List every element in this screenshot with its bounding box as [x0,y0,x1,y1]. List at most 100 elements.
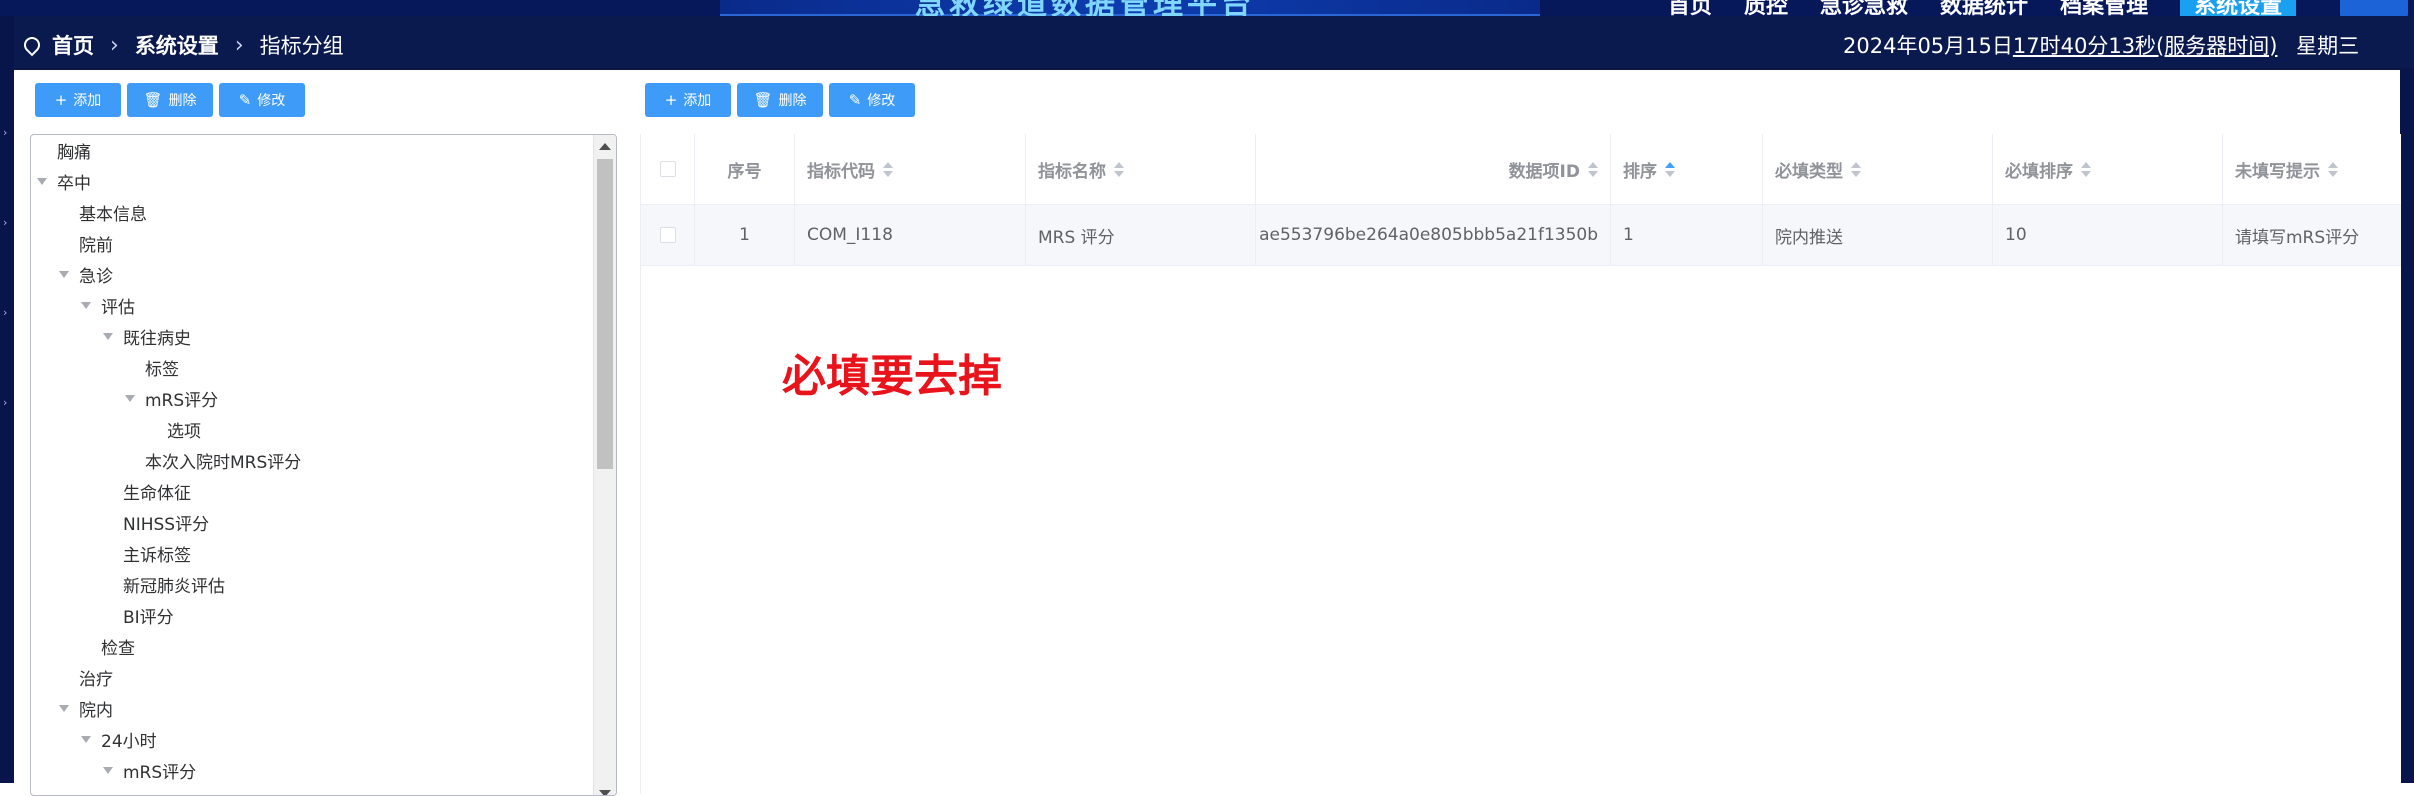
scroll-down-arrow-icon[interactable] [599,790,611,795]
tree-node[interactable]: 新冠肺炎评估 [123,569,225,599]
top-header: 急救绿道数据管理平台 首页 质控 急诊急救 数据统计 档案管理 系统设置 [0,0,2414,16]
tree-node[interactable]: mRS评分 [125,383,218,413]
edit-pencil-icon: ✎ [848,91,862,109]
table-delete-label: 删除 [778,93,807,109]
tree-node-label: 新冠肺炎评估 [123,576,225,597]
edit-pencil-icon: ✎ [238,91,252,109]
nav-item-home[interactable]: 首页 [1668,0,1712,16]
tree-node[interactable]: BI评分 [123,600,174,630]
col-header-required-order[interactable]: 必填排序 [1993,134,2223,204]
cell-name: MRS 评分 [1026,205,1256,265]
chevron-right-icon[interactable]: › [3,126,7,139]
chevron-right-icon[interactable]: › [3,396,7,409]
sort-ascending-icon[interactable] [1665,161,1675,177]
tree-node[interactable]: 24小时 [81,724,157,754]
app-title: 急救绿道数据管理平台 [915,0,1255,16]
tree-node[interactable]: 院内 [59,693,113,723]
tree-node[interactable]: NIHSS评分 [123,507,209,537]
chevron-right-icon[interactable]: › [3,306,7,319]
plus-icon: + [664,91,678,109]
breadcrumb-section[interactable]: 系统设置 [135,30,219,60]
caret-down-icon[interactable] [103,766,113,774]
tree-node-label: 基本信息 [79,204,147,225]
trash-icon: 🗑 [143,91,163,109]
location-pin-icon [20,33,44,57]
tree-delete-button[interactable]: 🗑 删除 [127,83,213,117]
tree-node-label: 24小时 [101,731,157,752]
table-delete-button[interactable]: 🗑 删除 [737,83,823,117]
tree-node[interactable]: 评估 [81,290,135,320]
scrollbar-thumb[interactable] [597,159,613,469]
table-row[interactable]: 1 COM_I118 MRS 评分 ae553796be264a0e805bbb… [641,205,2401,266]
col-header-name[interactable]: 指标名称 [1026,134,1256,204]
col-header-missing-hint[interactable]: 未填写提示 [2223,134,2401,204]
table-add-label: 添加 [683,93,712,109]
top-nav: 首页 质控 急诊急救 数据统计 档案管理 系统设置 [1668,0,2297,16]
tree-node[interactable]: 胸痛 [57,135,91,165]
tree-node[interactable]: 检查 [101,631,135,661]
cell-missing-hint: 请填写mRS评分 [2235,227,2360,248]
caret-down-icon[interactable] [81,301,91,309]
tree-node-label: 选项 [167,421,201,442]
col-header-required-type[interactable]: 必填类型 [1763,134,1993,204]
tree-scrollbar[interactable] [593,135,616,795]
col-header-label: 必填类型 [1775,161,1843,182]
tree-node[interactable]: 治疗 [79,662,113,692]
plus-icon: + [54,91,68,109]
col-header-sort[interactable]: 排序 [1611,134,1763,204]
scroll-up-arrow-icon[interactable] [599,143,611,150]
sort-icon[interactable] [1588,161,1598,177]
sort-icon[interactable] [883,161,893,177]
tree-node-label: 主诉标签 [123,545,191,566]
nav-item-statistics[interactable]: 数据统计 [1940,0,2028,16]
nav-item-archive[interactable]: 档案管理 [2060,0,2148,16]
nav-item-quality[interactable]: 质控 [1744,0,1788,16]
select-all-checkbox[interactable] [659,161,676,177]
nav-item-emergency[interactable]: 急诊急救 [1820,0,1908,16]
collapsed-sidebar: › › › › [0,16,14,783]
clock-time: 17时40分13秒(服务器时间) [2012,34,2278,58]
tree-node[interactable]: 本次入院时MRS评分 [145,445,301,475]
tree-delete-label: 删除 [168,93,197,109]
col-header-label: 排序 [1623,161,1657,182]
sort-icon[interactable] [1114,161,1124,177]
nav-item-settings[interactable]: 系统设置 [2180,0,2297,16]
col-header-data-id[interactable]: 数据项ID [1256,134,1611,204]
right-edge-bar [2400,68,2414,783]
chevron-right-icon[interactable]: › [3,216,7,229]
chevron-right-icon: › [234,32,244,58]
tree-node[interactable]: 院前 [79,228,113,258]
col-header-code[interactable]: 指标代码 [795,134,1026,204]
caret-down-icon[interactable] [125,394,135,402]
tree-node[interactable]: 既往病史 [103,321,191,351]
clock-weekday: 星期三 [2296,34,2360,58]
tree-edit-button[interactable]: ✎ 修改 [219,83,305,117]
tree-add-button[interactable]: + 添加 [35,83,121,117]
tree-node[interactable]: 生命体征 [123,476,191,506]
table-add-button[interactable]: + 添加 [645,83,731,117]
row-checkbox[interactable] [659,227,676,243]
table-edit-button[interactable]: ✎ 修改 [829,83,915,117]
tree-node[interactable]: 卒中 [37,166,91,196]
sort-icon[interactable] [2328,161,2338,177]
sort-icon[interactable] [1851,161,1861,177]
caret-down-icon[interactable] [59,704,69,712]
tree-node-label: 既往病史 [123,328,191,349]
caret-down-icon[interactable] [81,735,91,743]
tree-node[interactable]: 基本信息 [79,197,147,227]
user-avatar[interactable] [2340,0,2408,16]
tree-node-label: 评估 [101,297,135,318]
caret-down-icon[interactable] [37,177,47,185]
tree-node[interactable]: mRS评分 [103,755,196,785]
tree-node[interactable]: 选项 [167,414,201,444]
tree-node-label: 治疗 [79,669,113,690]
caret-down-icon[interactable] [103,332,113,340]
tree-node[interactable]: 主诉标签 [123,538,191,568]
caret-down-icon[interactable] [59,270,69,278]
breadcrumb-home[interactable]: 首页 [52,30,94,60]
tree-node[interactable]: 标签 [145,352,179,382]
tree-node-label: 急诊 [79,266,113,287]
tree-node[interactable]: 急诊 [59,259,113,289]
header-checkbox-cell [641,134,695,204]
sort-icon[interactable] [2081,161,2091,177]
